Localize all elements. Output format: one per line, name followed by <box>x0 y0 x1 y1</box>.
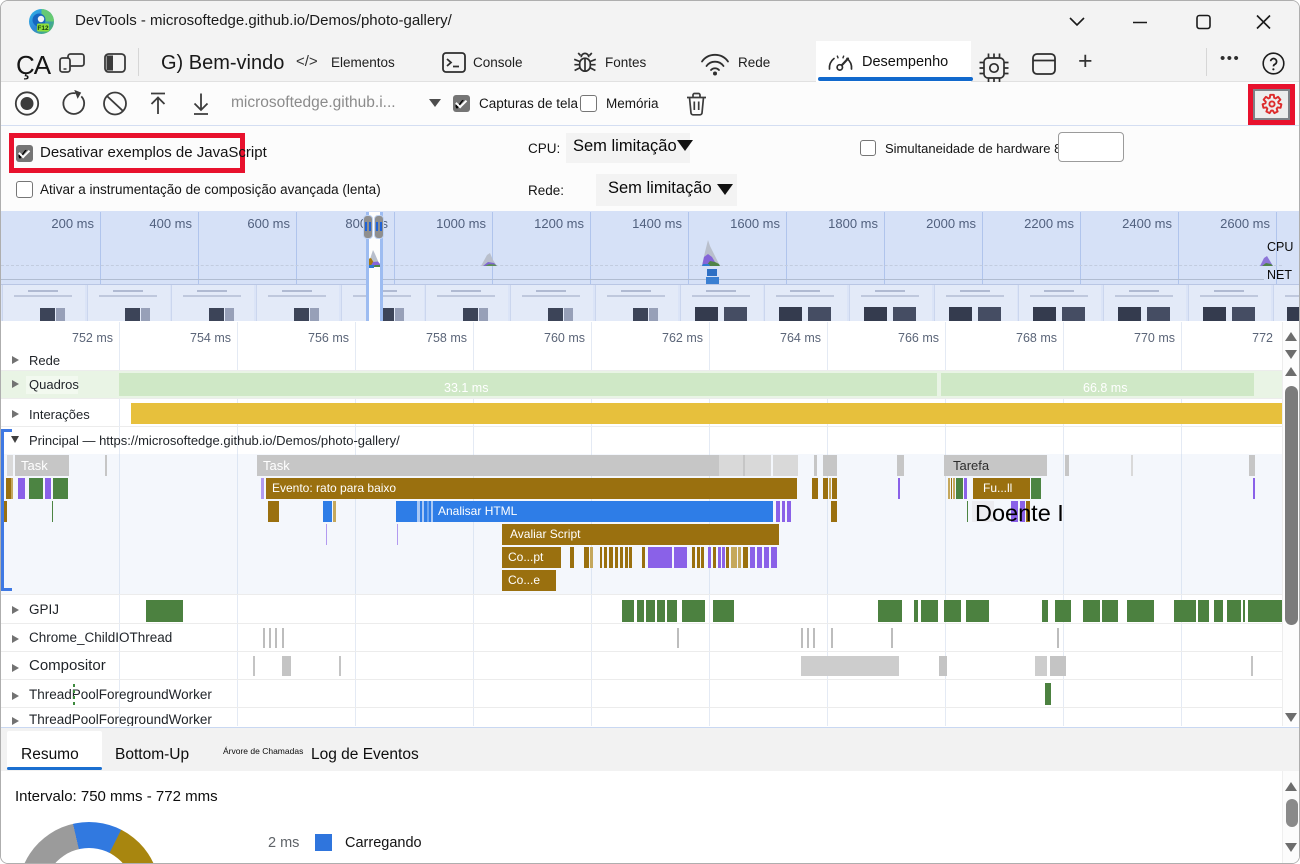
svg-text:F12: F12 <box>37 25 49 32</box>
